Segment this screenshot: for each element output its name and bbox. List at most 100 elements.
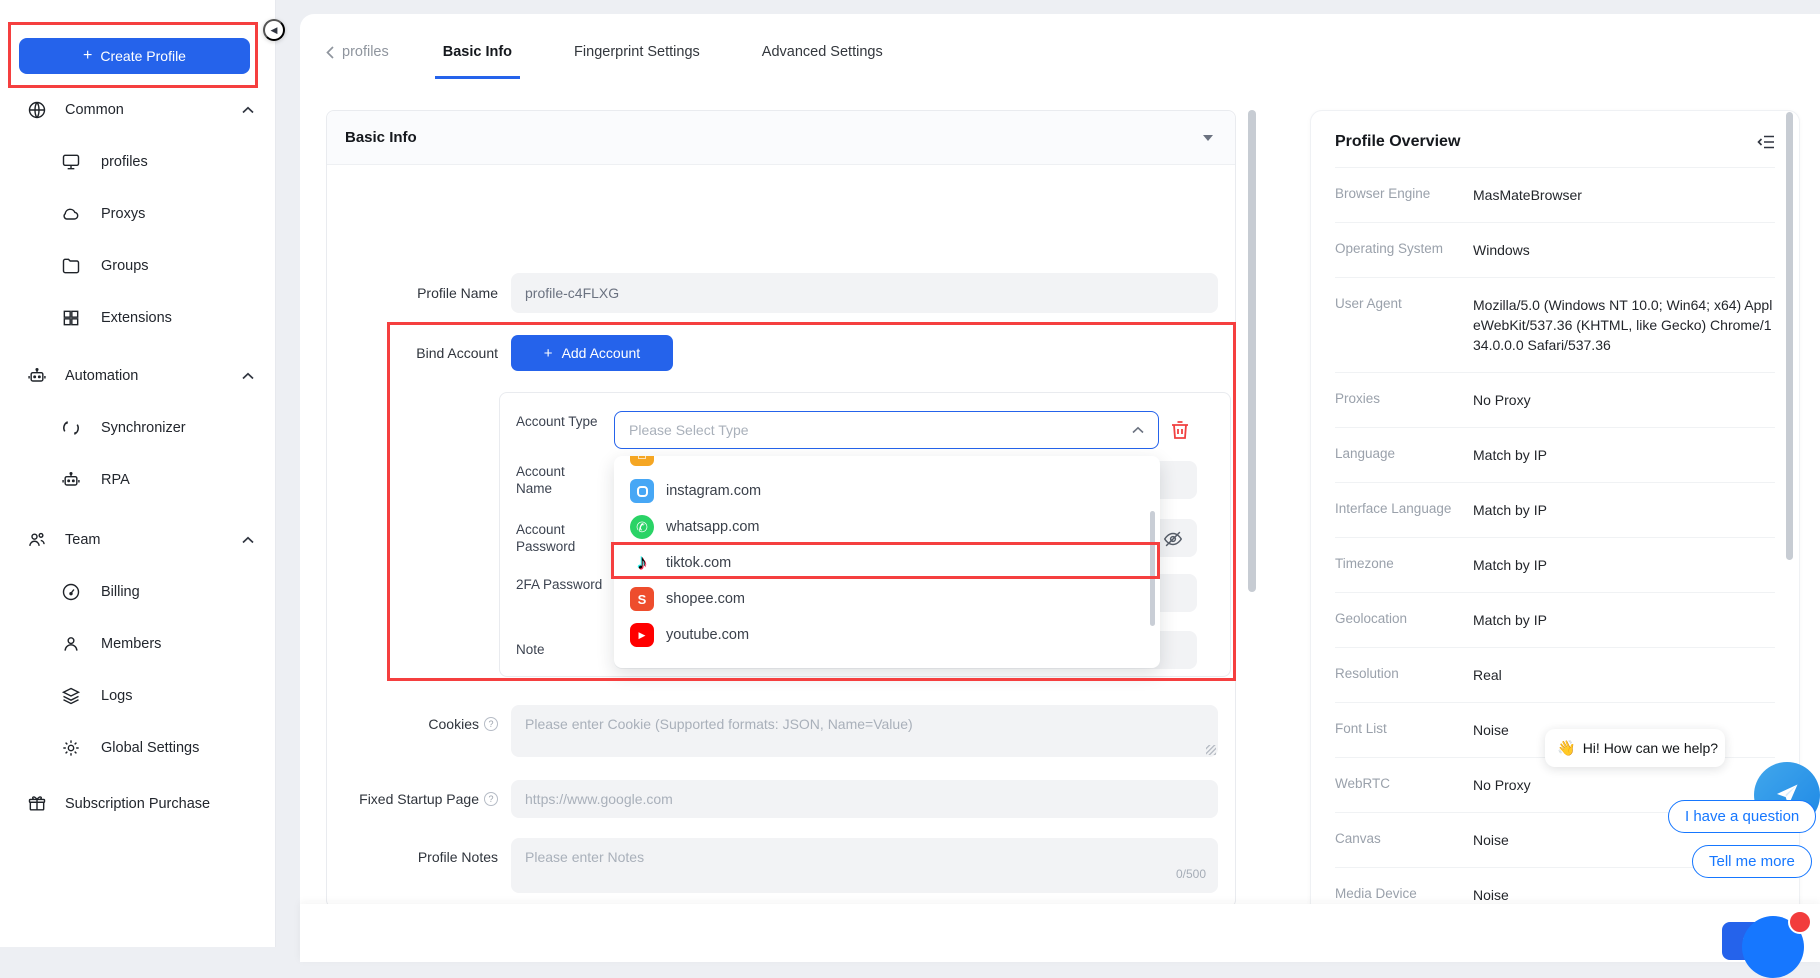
sidebar-item-label: Groups — [101, 258, 149, 274]
chat-tellmemore-button[interactable]: Tell me more — [1692, 845, 1812, 878]
create-profile-label: Create Profile — [100, 48, 186, 64]
help-icon[interactable]: ? — [484, 717, 498, 731]
sidebar-item-rpa[interactable]: RPA — [0, 454, 276, 506]
sidebar-item-members[interactable]: Members — [0, 618, 276, 670]
overview-row-operating-system: Operating System Windows — [1335, 223, 1775, 278]
basic-info-title: Basic Info — [345, 129, 417, 146]
profile-name-input[interactable] — [511, 273, 1218, 313]
chat-notification-badge — [1788, 910, 1812, 934]
collapse-caret-icon[interactable] — [1203, 135, 1213, 141]
trash-icon — [1168, 418, 1192, 442]
tab-advanced-settings[interactable]: Advanced Settings — [754, 42, 891, 76]
resize-handle[interactable] — [1206, 745, 1216, 755]
sidebar-group-label: Automation — [65, 368, 138, 384]
sidebar-group-team[interactable]: Team — [0, 514, 276, 566]
chat-greeting-bubble: 👋 Hi! How can we help? — [1545, 729, 1725, 767]
fixed-startup-page-input[interactable] — [511, 780, 1218, 818]
sidebar-item-label: Global Settings — [101, 740, 199, 756]
profile-notes-label: Profile Notes — [327, 838, 498, 876]
back-link-label: profiles — [342, 44, 389, 60]
delete-account-button[interactable] — [1168, 418, 1192, 442]
bind-account-label: Bind Account — [327, 335, 498, 371]
cookies-label: Cookies ? — [327, 705, 498, 743]
sidebar-item-proxys[interactable]: Proxys — [0, 188, 276, 240]
add-account-button[interactable]: + Add Account — [511, 335, 673, 371]
password-visibility-toggle[interactable] — [1162, 528, 1184, 550]
add-account-label: Add Account — [562, 345, 641, 361]
robot-icon — [27, 366, 47, 386]
plus-icon: + — [544, 345, 553, 362]
sidebar-item-label: Billing — [101, 584, 140, 600]
team-icon — [27, 530, 47, 550]
globe-icon — [27, 100, 47, 120]
folder-icon — [61, 256, 81, 276]
shopee-icon: S — [630, 587, 654, 611]
sidebar-nav: Common profiles Proxys Groups — [0, 84, 276, 830]
sidebar-item-groups[interactable]: Groups — [0, 240, 276, 292]
partial-site-icon: ◻ — [630, 456, 654, 466]
tiktok-icon: ♪ — [630, 551, 654, 575]
sidebar-item-profiles[interactable]: profiles — [0, 136, 276, 188]
overview-scrollbar[interactable] — [1786, 112, 1793, 560]
account-card: Account Type Please Select Type Account … — [499, 392, 1231, 677]
overview-row-language: Language Match by IP — [1335, 428, 1775, 483]
notes-char-counter: 0/500 — [511, 867, 1206, 881]
sidebar-item-label: Proxys — [101, 206, 145, 222]
basic-info-header: Basic Info — [327, 111, 1235, 165]
profile-overview-title: Profile Overview — [1335, 133, 1460, 151]
main-content: profiles Basic Info Fingerprint Settings… — [300, 14, 1820, 947]
tab-basic-info[interactable]: Basic Info — [435, 42, 520, 79]
overview-row-browser-engine: Browser Engine MasMateBrowser — [1335, 168, 1775, 223]
cookies-textarea[interactable] — [511, 705, 1218, 757]
sidebar-item-label: Logs — [101, 688, 132, 704]
overview-row-timezone: Timezone Match by IP — [1335, 538, 1775, 593]
dropdown-option-youtube[interactable]: ▶ youtube.com — [614, 617, 1160, 653]
dropdown-option-partial: ◻ — [630, 456, 654, 466]
basic-info-card: Basic Info Profile Name Bind Account + A… — [326, 110, 1236, 908]
dropdown-option-tiktok[interactable]: ♪ tiktok.com — [614, 545, 1160, 581]
help-icon[interactable]: ? — [484, 792, 498, 806]
overview-row-resolution: Resolution Real — [1335, 648, 1775, 703]
robot-icon — [61, 470, 81, 490]
dropdown-option-shopee[interactable]: S shopee.com — [614, 581, 1160, 617]
monitor-icon — [61, 152, 81, 172]
main-scrollbar[interactable] — [1248, 110, 1256, 592]
chevron-up-icon — [242, 372, 254, 380]
chevron-up-icon — [242, 106, 254, 114]
sidebar-group-automation[interactable]: Automation — [0, 350, 276, 402]
account-type-placeholder: Please Select Type — [629, 422, 749, 438]
account-password-label: Account Password — [516, 521, 604, 555]
chevron-up-icon — [1132, 426, 1144, 434]
account-type-dropdown: ◻ instagram.com ✆ whatsapp.com ♪ tiktok.… — [614, 456, 1160, 668]
instagram-icon — [630, 479, 654, 503]
dropdown-scrollbar[interactable] — [1150, 511, 1155, 626]
profile-notes-textarea[interactable] — [511, 838, 1218, 893]
whatsapp-icon: ✆ — [630, 515, 654, 539]
person-icon — [61, 634, 81, 654]
tabbar: profiles Basic Info Fingerprint Settings… — [326, 42, 937, 79]
gift-icon — [27, 794, 47, 814]
layers-icon — [61, 686, 81, 706]
tab-fingerprint-settings[interactable]: Fingerprint Settings — [566, 42, 708, 76]
sidebar-item-synchronizer[interactable]: Synchronizer — [0, 402, 276, 454]
sidebar-item-subscription-purchase[interactable]: Subscription Purchase — [0, 778, 276, 830]
back-to-profiles-link[interactable]: profiles — [326, 42, 389, 60]
sidebar: + Create Profile Common profiles Proxys — [0, 0, 276, 947]
sidebar-item-billing[interactable]: Billing — [0, 566, 276, 618]
create-profile-button[interactable]: + Create Profile — [19, 38, 250, 74]
overview-row-interface-language: Interface Language Match by IP — [1335, 483, 1775, 538]
sidebar-item-logs[interactable]: Logs — [0, 670, 276, 722]
sidebar-group-label: Team — [65, 532, 100, 548]
sidebar-item-global-settings[interactable]: Global Settings — [0, 722, 276, 774]
footer-bar: OK — [300, 904, 1820, 962]
dropdown-option-whatsapp[interactable]: ✆ whatsapp.com — [614, 509, 1160, 545]
profile-name-label: Profile Name — [327, 273, 498, 313]
sidebar-item-extensions[interactable]: Extensions — [0, 292, 276, 344]
sidebar-group-common[interactable]: Common — [0, 84, 276, 136]
dropdown-option-instagram[interactable]: instagram.com — [614, 473, 1160, 509]
youtube-icon: ▶ — [630, 623, 654, 647]
account-type-select[interactable]: Please Select Type — [614, 411, 1159, 449]
chat-question-button[interactable]: I have a question — [1668, 800, 1816, 833]
panel-collapse-icon[interactable] — [1757, 134, 1775, 150]
sidebar-collapse-button[interactable]: ◀ — [263, 19, 285, 41]
